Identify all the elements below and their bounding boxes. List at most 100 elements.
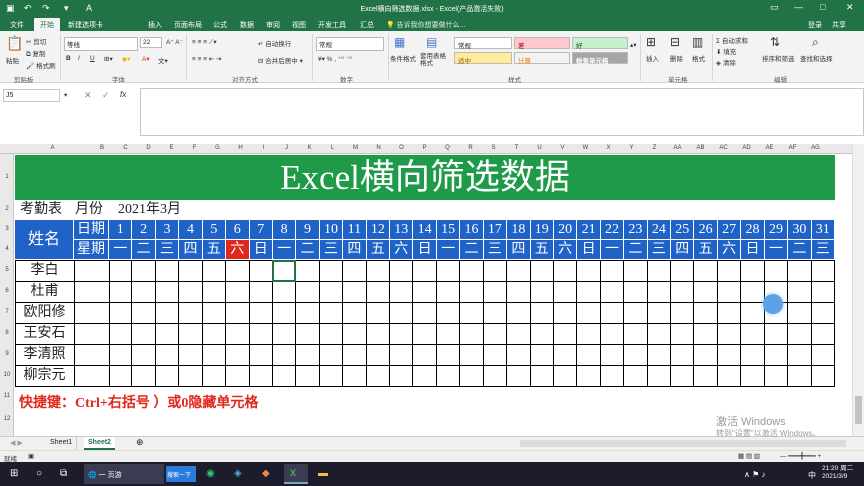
employee-name-cell[interactable]: 李清照 xyxy=(15,344,74,365)
font-name-select[interactable]: 等线 xyxy=(64,37,138,51)
tab-home[interactable]: 开始 xyxy=(34,18,60,31)
day-cell[interactable]: 19 xyxy=(530,220,554,240)
attendance-grid[interactable]: 李白 杜甫 欧阳修 王安石 李清照 柳宗元 xyxy=(15,260,835,387)
sheet-tab-1[interactable]: Sheet1 xyxy=(46,437,78,450)
column-header-cell[interactable]: J xyxy=(275,145,298,151)
format-table-button[interactable]: 套用表格格式 xyxy=(420,53,450,67)
tab-new[interactable]: 新建选项卡 xyxy=(68,20,103,30)
phonetic-icon[interactable]: 文▾ xyxy=(158,55,168,65)
weekday-cell[interactable]: 日 xyxy=(249,240,273,260)
day-cell[interactable]: 23 xyxy=(624,220,648,240)
row-header-cell[interactable]: 7 xyxy=(0,309,14,315)
style-good[interactable]: 好 xyxy=(572,37,628,50)
style-normal[interactable]: 常规 xyxy=(454,37,512,50)
column-header-cell[interactable]: G xyxy=(206,145,229,151)
column-header-cell[interactable]: AE xyxy=(758,145,781,151)
row-header-cell[interactable]: 8 xyxy=(0,330,14,336)
format-cells-button[interactable]: 格式 xyxy=(692,53,705,63)
day-cell[interactable]: 8 xyxy=(272,220,297,240)
weekday-cell[interactable]: 三 xyxy=(319,240,344,260)
weekday-cell[interactable]: 一 xyxy=(600,240,625,260)
wrap-text-button[interactable]: ↵ 自动换行 xyxy=(258,38,291,48)
day-cell[interactable]: 7 xyxy=(249,220,273,240)
day-cell[interactable]: 6 xyxy=(226,220,250,240)
weekday-cell[interactable]: 三 xyxy=(811,240,835,260)
day-cell[interactable]: 31 xyxy=(811,220,835,240)
style-check-cell[interactable]: 检查单元格 xyxy=(572,52,628,65)
formula-input[interactable] xyxy=(140,88,864,136)
employee-name-cell[interactable]: 柳宗元 xyxy=(15,365,74,386)
column-header-cell[interactable]: U xyxy=(528,145,551,151)
browser-taskbar-item[interactable]: 🌐 一 页游 xyxy=(84,464,164,484)
day-cell[interactable]: 5 xyxy=(202,220,227,240)
add-sheet-icon[interactable]: ⊕ xyxy=(132,437,148,450)
column-header-cell[interactable]: AG xyxy=(804,145,827,151)
weekday-cell[interactable]: 一 xyxy=(272,240,297,260)
delete-cells-icon[interactable]: ⊟ xyxy=(670,35,680,49)
row-header-cell[interactable]: 11 xyxy=(0,393,14,399)
weekday-cell[interactable]: 日 xyxy=(741,240,765,260)
row-header-cell[interactable]: 9 xyxy=(0,351,14,357)
column-header-cell[interactable]: H xyxy=(229,145,252,151)
employee-name-cell[interactable]: 杜甫 xyxy=(15,281,74,302)
day-cell[interactable]: 21 xyxy=(577,220,601,240)
day-cell[interactable]: 20 xyxy=(553,220,578,240)
column-header-cell[interactable]: AA xyxy=(666,145,689,151)
insert-cells-icon[interactable]: ⊞ xyxy=(646,35,656,49)
enter-icon[interactable]: ✓ xyxy=(102,90,110,101)
day-cell[interactable]: 28 xyxy=(741,220,765,240)
weekday-cell[interactable]: 二 xyxy=(624,240,648,260)
day-cell[interactable]: 9 xyxy=(296,220,320,240)
weekday-cell[interactable]: 二 xyxy=(132,240,156,260)
bold-button[interactable]: B xyxy=(66,55,71,62)
day-cell[interactable]: 27 xyxy=(717,220,742,240)
paste-button[interactable]: 粘贴 xyxy=(6,55,19,65)
day-cell[interactable]: 26 xyxy=(694,220,718,240)
column-header-cell[interactable]: N xyxy=(367,145,390,151)
column-header-cell[interactable]: E xyxy=(160,145,183,151)
insert-function-icon[interactable]: fx xyxy=(120,90,126,99)
weekday-cell[interactable]: 日 xyxy=(413,240,437,260)
day-cell[interactable]: 22 xyxy=(600,220,625,240)
find-select-button[interactable]: 查找和选择 xyxy=(800,53,833,63)
column-header-cell[interactable]: A xyxy=(15,145,90,151)
column-header-cell[interactable]: C xyxy=(114,145,137,151)
employee-name-cell[interactable]: 王安石 xyxy=(15,323,74,344)
column-header-cell[interactable]: S xyxy=(482,145,505,151)
weekday-cell[interactable]: 六 xyxy=(553,240,578,260)
day-cell[interactable]: 30 xyxy=(788,220,812,240)
day-cell[interactable]: 11 xyxy=(343,220,367,240)
zoom-slider[interactable]: — ━━━╋━━━ + xyxy=(780,452,821,460)
style-calculation[interactable]: 计算 xyxy=(514,52,570,65)
column-header-cell[interactable]: AF xyxy=(781,145,804,151)
autosum-button[interactable]: Σ 自动求和 xyxy=(716,35,748,45)
column-header-cell[interactable]: AB xyxy=(689,145,712,151)
column-header-cell[interactable]: Y xyxy=(620,145,643,151)
search-button[interactable]: 搜索一下 xyxy=(166,466,196,482)
column-header-cell[interactable]: W xyxy=(574,145,597,151)
tray-icons[interactable]: ∧ ⚑ ♪ xyxy=(744,470,765,479)
tab-insert[interactable]: 插入 xyxy=(148,20,162,30)
align-left-icon[interactable]: ≡ ≡ ≡ ⇤ ⇥ xyxy=(192,55,222,63)
sort-filter-icon[interactable]: ⇅ xyxy=(770,35,780,49)
align-top-icon[interactable]: ≡ ≡ ≡ ⟋▾ xyxy=(192,38,217,47)
weekday-cell[interactable]: 三 xyxy=(647,240,672,260)
column-header-cell[interactable]: O xyxy=(390,145,413,151)
share-button[interactable]: 共享 xyxy=(832,20,846,30)
scroll-thumb[interactable] xyxy=(855,396,862,424)
weekday-cell[interactable]: 五 xyxy=(530,240,554,260)
underline-button[interactable]: U xyxy=(90,55,95,62)
font-size-select[interactable]: 22 xyxy=(140,37,162,48)
row-header-cell[interactable]: 10 xyxy=(0,372,14,378)
column-header-cell[interactable]: AD xyxy=(735,145,758,151)
cut-button[interactable]: ✂ 剪切 xyxy=(26,36,46,46)
task-view-icon[interactable]: ⧉ xyxy=(60,468,67,479)
day-cell[interactable]: 3 xyxy=(155,220,180,240)
name-box[interactable]: J5 xyxy=(3,89,60,102)
row-header-cell[interactable]: 3 xyxy=(0,226,14,232)
worksheet[interactable]: Excel横向筛选数据 考勤表 月份 2021年3月 姓名 日期 星期 1一2二… xyxy=(15,154,835,436)
weekday-cell[interactable]: 四 xyxy=(671,240,695,260)
row-header-cell[interactable]: 1 xyxy=(0,174,14,180)
day-cell[interactable]: 14 xyxy=(413,220,437,240)
windows-start-icon[interactable]: ⊞ xyxy=(10,468,18,479)
